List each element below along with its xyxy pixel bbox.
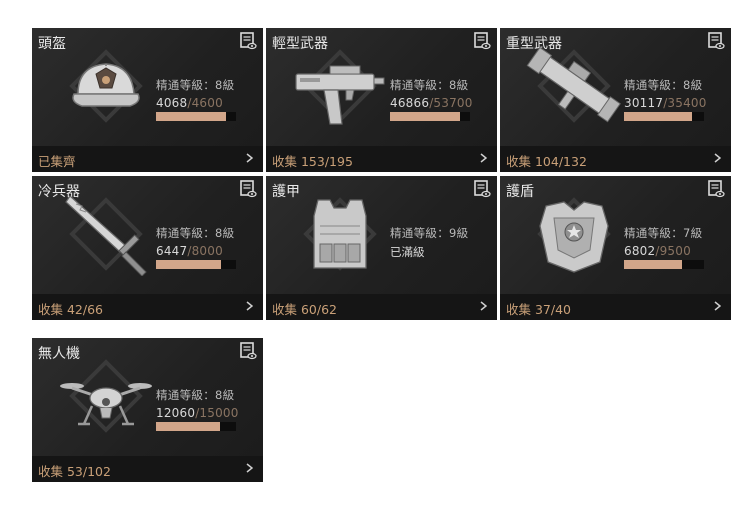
max-level-label: 已滿級 (390, 245, 425, 259)
exp-value: 6802/9500 (624, 244, 691, 258)
shield-chestplate-icon (539, 201, 609, 273)
exp-progress-fill (156, 260, 221, 269)
chevron-right-icon (714, 153, 721, 163)
card-footer[interactable]: 已集齊 (32, 146, 263, 172)
mastery-level: 精通等級：9級 (390, 226, 469, 240)
rocket-launcher-icon (526, 46, 621, 123)
exp-progress-bar (624, 260, 704, 269)
chevron-right-icon (246, 463, 253, 473)
collection-status: 收集 153/195 (272, 154, 353, 169)
exp-current: 46866 (390, 96, 430, 110)
cap-helmet-icon (72, 63, 140, 107)
chevron-right-icon (480, 153, 487, 163)
card-heavy-weapon[interactable]: 重型武器 精通等級：8級 30117/35400 收集 104/132 (500, 28, 731, 172)
exp-current: 6802 (624, 244, 656, 258)
card-footer[interactable]: 收集 60/62 (266, 294, 497, 320)
vest-armor-icon (313, 199, 367, 269)
codex-book-icon[interactable] (707, 180, 725, 198)
exp-value: 12060/15000 (156, 406, 239, 420)
exp-value: 30117/35400 (624, 96, 707, 110)
collection-status: 收集 53/102 (38, 464, 111, 479)
exp-current: 4068 (156, 96, 188, 110)
card-melee-weapon[interactable]: 冷兵器 精通等級：8級 6447/8000 收集 42/66 (32, 176, 263, 320)
card-shield[interactable]: 護盾 精通等級：7級 6802/9500 收集 37/40 (500, 176, 731, 320)
mastery-level: 精通等級：8級 (156, 388, 235, 402)
codex-book-icon[interactable] (473, 180, 491, 198)
exp-progress-bar (624, 112, 704, 121)
exp-progress-bar (156, 422, 236, 431)
drone-icon (60, 383, 152, 426)
exp-progress-bar (156, 260, 236, 269)
card-helmet[interactable]: 頭盔 精通等級：8級 4068/4600 已集齊 (32, 28, 263, 172)
card-footer[interactable]: 收集 53/102 (32, 456, 263, 482)
exp-value: 46866/53700 (390, 96, 473, 110)
exp-value: 6447/8000 (156, 244, 223, 258)
exp-max: /8000 (187, 244, 223, 258)
exp-max: /15000 (195, 406, 239, 420)
chevron-right-icon (714, 301, 721, 311)
exp-current: 6447 (156, 244, 188, 258)
collection-status: 收集 42/66 (38, 302, 103, 317)
mastery-level: 精通等級：8級 (156, 78, 235, 92)
exp-max: /9500 (655, 244, 691, 258)
exp-current: 30117 (624, 96, 664, 110)
collection-status: 已集齊 (38, 154, 76, 169)
mastery-level: 精通等級：8級 (156, 226, 235, 240)
card-drone[interactable]: 無人機 精通等級：8級 12060/15000 收集 53/102 (32, 338, 263, 482)
exp-progress-fill (156, 112, 227, 121)
exp-current: 12060 (156, 406, 196, 420)
card-footer[interactable]: 收集 37/40 (500, 294, 731, 320)
mastery-level: 精通等級：8級 (624, 78, 703, 92)
codex-book-icon[interactable] (239, 342, 257, 360)
chevron-right-icon (246, 153, 253, 163)
exp-max: /35400 (663, 96, 707, 110)
codex-book-icon[interactable] (707, 32, 725, 50)
chevron-right-icon (480, 301, 487, 311)
collection-status: 收集 104/132 (506, 154, 587, 169)
card-armor[interactable]: 護甲 精通等級：9級 已滿級 收集 60/62 (266, 176, 497, 320)
codex-book-icon[interactable] (239, 32, 257, 50)
exp-progress-fill (390, 112, 460, 121)
collection-status: 收集 37/40 (506, 302, 571, 317)
exp-progress-bar (156, 112, 236, 121)
exp-progress-fill (624, 112, 692, 121)
chevron-right-icon (246, 301, 253, 311)
codex-book-icon[interactable] (239, 180, 257, 198)
submachine-gun-icon (295, 65, 385, 125)
card-light-weapon[interactable]: 輕型武器 精通等級：8級 46866/53700 收集 153/195 (266, 28, 497, 172)
exp-progress-fill (156, 422, 220, 431)
sword-icon (65, 195, 147, 276)
mastery-level: 精通等級：7級 (624, 226, 703, 240)
card-footer[interactable]: 收集 153/195 (266, 146, 497, 172)
card-footer[interactable]: 收集 104/132 (500, 146, 731, 172)
card-footer[interactable]: 收集 42/66 (32, 294, 263, 320)
exp-max: /4600 (187, 96, 223, 110)
exp-max: /53700 (429, 96, 473, 110)
codex-book-icon[interactable] (473, 32, 491, 50)
exp-progress-bar (390, 112, 470, 121)
collection-status: 收集 60/62 (272, 302, 337, 317)
exp-value: 4068/4600 (156, 96, 223, 110)
exp-progress-fill (624, 260, 682, 269)
mastery-level: 精通等級：8級 (390, 78, 469, 92)
